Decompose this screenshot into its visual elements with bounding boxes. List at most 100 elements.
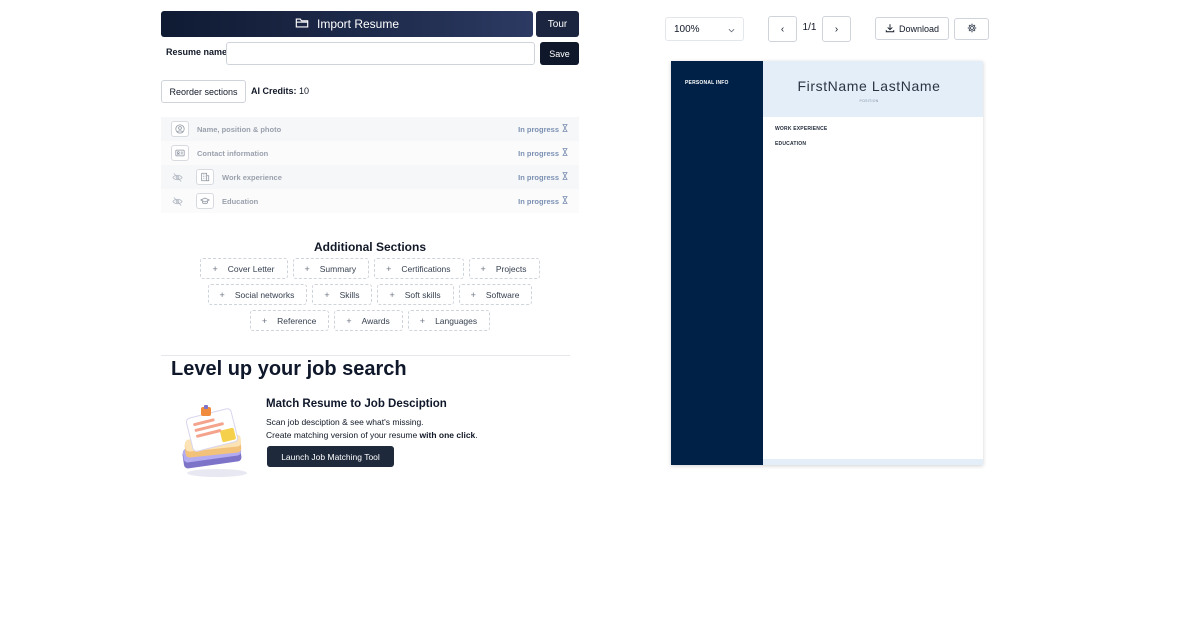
section-row-work-experience[interactable]: Work experience In progress — [161, 165, 579, 189]
hourglass-icon — [562, 124, 568, 134]
resume-position: POSITION — [859, 99, 879, 103]
section-row-contact-information[interactable]: Contact information In progress — [161, 141, 579, 165]
import-resume-label: Import Resume — [316, 17, 400, 31]
add-projects-button[interactable]: + Projects — [468, 258, 540, 279]
page-indicator: 1/1 — [802, 22, 817, 33]
section-status-text: In progress — [518, 148, 559, 158]
resume-header: FirstName LastName POSITION — [763, 61, 983, 117]
graduation-cap-icon — [196, 193, 214, 209]
chip-label: Social networks — [234, 289, 295, 300]
section-status-text: In progress — [518, 172, 559, 182]
ai-credits-label: AI Credits: — [251, 86, 297, 96]
chip-label: Cover Letter — [227, 263, 275, 274]
chip-label: Summary — [319, 263, 357, 274]
user-circle-icon — [171, 121, 189, 137]
hourglass-icon — [562, 148, 568, 158]
section-status: In progress — [518, 165, 568, 189]
divider — [161, 355, 570, 356]
section-label: Education — [222, 196, 259, 206]
add-software-button[interactable]: + Software — [458, 284, 533, 305]
section-label: Contact information — [197, 148, 269, 158]
chevron-down-icon — [728, 26, 735, 33]
plus-icon: + — [389, 289, 395, 300]
eye-off-icon[interactable] — [170, 170, 184, 184]
eye-off-icon[interactable] — [170, 194, 184, 208]
section-row-name-position-photo[interactable]: Name, position & photo In progress — [161, 117, 579, 141]
chip-label: Certifications — [401, 263, 451, 274]
zoom-value: 100% — [674, 23, 700, 35]
work-experience-heading: WORK EXPERIENCE — [775, 126, 828, 132]
folder-icon — [295, 16, 309, 33]
level-up-heading: Level up your job search — [171, 358, 407, 380]
section-status-text: In progress — [518, 124, 559, 134]
add-awards-button[interactable]: + Awards — [334, 310, 403, 331]
add-cover-letter-button[interactable]: + Cover Letter — [200, 258, 288, 279]
chip-label: Languages — [435, 315, 478, 326]
plus-icon: + — [346, 315, 352, 326]
chip-label: Awards — [361, 315, 390, 326]
match-subtext-prefix: Create matching version of your resume — [266, 430, 420, 440]
plus-icon: + — [386, 263, 392, 274]
plus-icon: + — [261, 315, 268, 326]
stacked-documents-illustration — [177, 403, 257, 479]
resume-name-label: Resume name — [166, 47, 228, 57]
resume-full-name: FirstName LastName — [797, 78, 941, 94]
match-resume-subtext: Create matching version of your resume w… — [266, 430, 478, 440]
resume-section-list: Name, position & photo In progress Conta… — [161, 117, 579, 213]
plus-icon: + — [480, 263, 486, 274]
building-icon — [196, 169, 214, 185]
save-button[interactable]: Save — [540, 42, 579, 65]
match-resume-title: Match Resume to Job Desciption — [266, 398, 447, 410]
previous-page-button[interactable]: ‹ — [768, 16, 797, 42]
add-summary-button[interactable]: + Summary — [292, 258, 370, 279]
hourglass-icon — [562, 196, 568, 206]
add-soft-skills-button[interactable]: + Soft skills — [377, 284, 454, 305]
chip-label: Projects — [495, 263, 527, 274]
match-resume-description: Scan job desciption & see what's missing… — [266, 417, 424, 427]
section-label: Name, position & photo — [197, 124, 282, 134]
next-page-button[interactable]: › — [822, 16, 851, 42]
plus-icon: + — [219, 289, 225, 300]
hourglass-icon — [562, 172, 568, 182]
tour-button[interactable]: Tour — [536, 11, 579, 37]
section-status: In progress — [518, 189, 568, 213]
plus-icon: + — [419, 315, 426, 326]
add-skills-button[interactable]: + Skills — [312, 284, 373, 305]
add-reference-button[interactable]: + Reference — [249, 310, 330, 331]
education-heading: EDUCATION — [775, 141, 807, 147]
import-resume-button[interactable]: Import Resume — [161, 11, 533, 37]
settings-button[interactable] — [954, 18, 989, 40]
section-status: In progress — [518, 117, 568, 141]
match-subtext-suffix: . — [475, 430, 478, 440]
download-label: Download — [898, 23, 940, 34]
resume-preview-page: PERSONAL INFO FirstName LastName POSITIO… — [671, 61, 983, 465]
add-certifications-button[interactable]: + Certifications — [374, 258, 464, 279]
resume-sidebar: PERSONAL INFO — [671, 61, 763, 465]
download-icon — [885, 23, 895, 35]
chip-label: Skills — [339, 289, 360, 300]
match-subtext-bold: with one click — [419, 430, 476, 440]
add-languages-button[interactable]: + Languages — [407, 310, 491, 331]
section-label: Work experience — [222, 172, 282, 182]
plus-icon: + — [304, 263, 310, 274]
additional-sections-list: + Cover Letter + Summary + Certifications +… — [161, 258, 579, 336]
launch-job-matching-button[interactable]: Launch Job Matching Tool — [267, 446, 394, 467]
download-button[interactable]: Download — [875, 17, 949, 40]
chip-label: Reference — [277, 315, 317, 326]
plus-icon: + — [470, 289, 476, 300]
resume-name-input[interactable] — [226, 42, 535, 65]
ai-credits: AI Credits: 10 — [251, 86, 309, 96]
chip-label: Software — [485, 289, 520, 300]
add-social-networks-button[interactable]: + Social networks — [207, 284, 308, 305]
reorder-sections-button[interactable]: Reorder sections — [161, 80, 246, 103]
chip-label: Soft skills — [404, 289, 441, 300]
zoom-select[interactable]: 100% — [665, 17, 744, 41]
resume-footer-bar — [763, 459, 983, 465]
ai-credits-value: 10 — [299, 86, 310, 96]
section-status-text: In progress — [518, 196, 559, 206]
plus-icon: + — [212, 263, 218, 274]
gear-icon — [967, 20, 977, 38]
personal-info-heading: PERSONAL INFO — [685, 80, 729, 86]
section-row-education[interactable]: Education In progress — [161, 189, 579, 213]
plus-icon: + — [324, 289, 330, 300]
